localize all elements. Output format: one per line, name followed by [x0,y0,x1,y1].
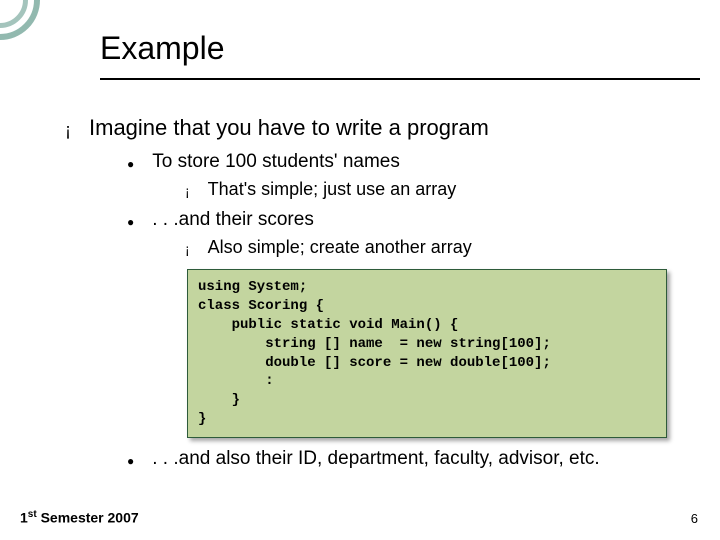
decorative-swirl [0,0,40,40]
dot-icon: ● [127,209,134,235]
bullet-item-2-text: . . .and their scores [152,209,314,231]
bullet-item-1: ● To store 100 students' names [127,151,705,177]
open-circle-icon: ¡ [185,179,190,203]
slide-title: Example [100,30,225,67]
content-area: ¡ Imagine that you have to write a progr… [65,115,705,476]
footer-prefix: 1 [20,510,28,526]
title-underline [100,78,700,80]
bullet-item-3-text: . . .and also their ID, department, facu… [152,448,599,470]
footer-text: 1st Semester 2007 [20,509,139,526]
page-number: 6 [691,511,698,526]
footer-sup: st [28,509,37,520]
bullet-main-text: Imagine that you have to write a program [89,115,489,141]
code-block: using System; class Scoring { public sta… [187,269,667,438]
bullet-sub-1a: ¡ That's simple; just use an array [185,179,705,203]
bullet-item-2: ● . . .and their scores [127,209,705,235]
open-circle-icon: ¡ [65,115,71,145]
open-circle-icon: ¡ [185,237,190,261]
bullet-sub-2a: ¡ Also simple; create another array [185,237,705,261]
bullet-item-1-text: To store 100 students' names [152,151,400,173]
bullet-main: ¡ Imagine that you have to write a progr… [65,115,705,145]
dot-icon: ● [127,448,134,474]
bullet-sub-2a-text: Also simple; create another array [208,237,472,258]
footer-rest: Semester 2007 [37,510,139,526]
bullet-item-3: ● . . .and also their ID, department, fa… [127,448,705,474]
slide: Example ¡ Imagine that you have to write… [0,0,720,540]
dot-icon: ● [127,151,134,177]
bullet-sub-1a-text: That's simple; just use an array [208,179,457,200]
